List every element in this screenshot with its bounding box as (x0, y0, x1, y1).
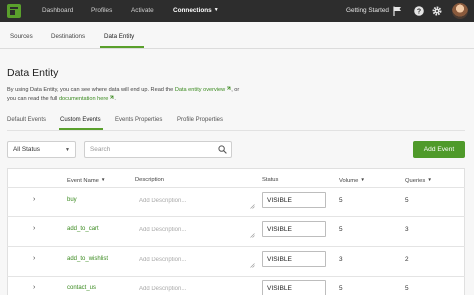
nav-profiles[interactable]: Profiles (91, 7, 112, 14)
nav-dashboard[interactable]: Dashboard (42, 7, 73, 14)
resize-handle-icon[interactable] (250, 263, 255, 268)
column-header-volume[interactable]: Volume ▼ (339, 177, 365, 184)
status-filter-select[interactable]: All Status ▼ (7, 141, 76, 158)
search-icon (218, 145, 227, 154)
queries-value: 3 (405, 226, 409, 233)
subnav-destinations[interactable]: Destinations (51, 33, 85, 40)
add-event-button[interactable]: Add Event (413, 141, 465, 158)
volume-value: 5 (339, 285, 343, 292)
column-header-queries[interactable]: Queries ▼ (405, 177, 432, 184)
resize-handle-icon[interactable] (250, 233, 255, 238)
getting-started-link[interactable]: Getting Started (346, 7, 389, 14)
tab-default-events[interactable]: Default Events (7, 117, 46, 123)
subnav-data-entity[interactable]: Data Entity (104, 33, 134, 40)
documentation-link[interactable]: documentation here (59, 96, 108, 102)
event-name-link[interactable]: add_to_cart (67, 226, 99, 232)
status-field[interactable] (262, 221, 326, 237)
queries-header-label: Queries (405, 178, 426, 184)
flag-icon[interactable] (393, 6, 402, 16)
sort-icon: ▼ (100, 177, 106, 182)
nav-connections[interactable]: Connections ▼ (173, 7, 219, 14)
event-name-header-label: Event Name (67, 178, 99, 184)
tab-profile-properties[interactable]: Profile Properties (177, 117, 223, 123)
header-divider (7, 187, 465, 188)
status-field[interactable] (262, 251, 326, 267)
tabs-divider (7, 130, 465, 131)
nav-connections-label: Connections (173, 7, 212, 14)
tab-custom-events[interactable]: Custom Events (60, 117, 101, 123)
page-description: By using Data Entity, you can see where … (7, 86, 247, 103)
app-logo[interactable] (7, 4, 21, 18)
chevron-down-icon: ▼ (213, 7, 219, 13)
description-input[interactable] (135, 192, 256, 210)
settings-icon[interactable] (432, 6, 442, 16)
nav-activate[interactable]: Activate (131, 7, 154, 14)
status-field[interactable] (262, 192, 326, 208)
column-header-event-name[interactable]: Event Name ▼ (67, 177, 105, 184)
row-expand-chevron-icon[interactable]: › (33, 196, 35, 203)
sort-icon: ▼ (360, 177, 365, 182)
svg-text:?: ? (417, 9, 421, 16)
status-field[interactable] (262, 280, 326, 295)
row-expand-chevron-icon[interactable]: › (33, 225, 35, 232)
description-text-1: By using Data Entity, you can see where … (7, 87, 175, 93)
chevron-down-icon: ▼ (65, 147, 70, 153)
description-input[interactable] (135, 221, 256, 239)
avatar[interactable] (452, 3, 468, 19)
description-input[interactable] (135, 251, 256, 269)
event-name-link[interactable]: buy (67, 197, 77, 203)
queries-value: 5 (405, 197, 409, 204)
resize-handle-icon[interactable] (250, 204, 255, 209)
volume-value: 5 (339, 197, 343, 204)
tab-events-properties[interactable]: Events Properties (115, 117, 162, 123)
subnav-active-indicator (100, 46, 144, 48)
event-name-link[interactable]: contact_us (67, 285, 96, 291)
volume-value: 5 (339, 226, 343, 233)
volume-header-label: Volume (339, 178, 359, 184)
row-expand-chevron-icon[interactable]: › (33, 255, 35, 262)
search-input[interactable] (84, 141, 232, 158)
row-divider (7, 276, 465, 277)
description-input[interactable] (135, 280, 256, 295)
column-header-description: Description (135, 177, 164, 183)
description-text-3: . (114, 95, 116, 102)
queries-value: 2 (405, 256, 409, 263)
column-header-status: Status (262, 177, 279, 183)
help-icon[interactable]: ? (414, 6, 424, 16)
status-filter-value: All Status (13, 146, 40, 153)
sort-icon: ▼ (427, 177, 432, 182)
page-title: Data Entity (7, 67, 59, 79)
row-expand-chevron-icon[interactable]: › (33, 284, 35, 291)
event-name-link[interactable]: add_to_wishlist (67, 256, 108, 262)
sub-navbar: Sources Destinations Data Entity (0, 22, 474, 49)
volume-value: 3 (339, 256, 343, 263)
queries-value: 5 (405, 285, 409, 292)
row-divider (7, 216, 465, 217)
row-divider (7, 246, 465, 247)
data-entity-overview-link[interactable]: Data entity overview (175, 87, 225, 93)
subnav-sources[interactable]: Sources (10, 33, 33, 40)
top-navbar: Dashboard Profiles Activate Connections ▼… (0, 0, 474, 22)
